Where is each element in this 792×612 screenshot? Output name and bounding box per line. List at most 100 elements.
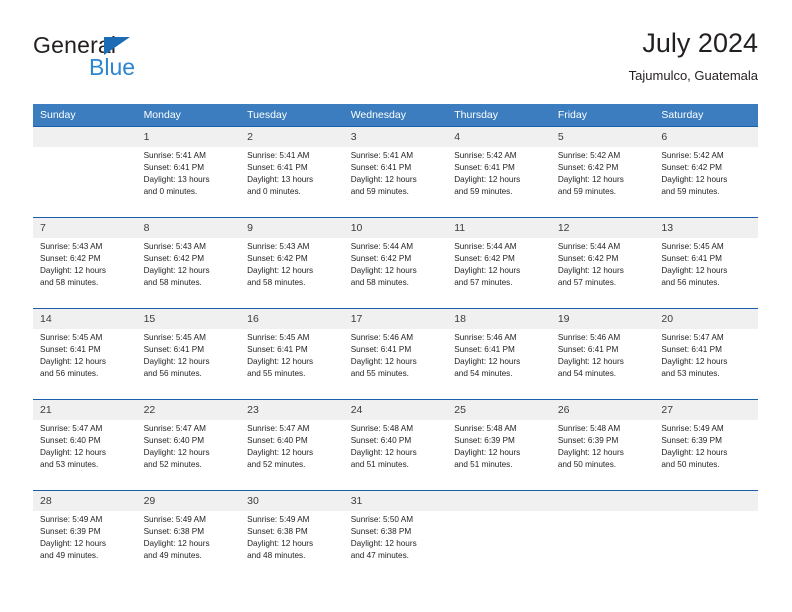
day-number[interactable]: 23 (240, 400, 344, 420)
day-cell[interactable]: Sunrise: 5:46 AM Sunset: 6:41 PM Dayligh… (447, 329, 551, 399)
day-number[interactable]: 29 (137, 491, 241, 511)
day-number[interactable]: 9 (240, 218, 344, 238)
day-number[interactable]: 20 (654, 309, 758, 329)
day-cell[interactable]: Sunrise: 5:41 AM Sunset: 6:41 PM Dayligh… (344, 147, 448, 217)
day-cell[interactable]: Sunrise: 5:49 AM Sunset: 6:39 PM Dayligh… (33, 511, 137, 581)
sunset-text: Sunset: 6:42 PM (143, 254, 205, 264)
day-number[interactable] (551, 491, 655, 511)
day-cell[interactable]: Sunrise: 5:43 AM Sunset: 6:42 PM Dayligh… (137, 238, 241, 308)
daylight-text-line1: Daylight: 12 hours (143, 357, 210, 367)
day-number[interactable]: 3 (344, 127, 448, 147)
day-cell[interactable] (654, 511, 758, 581)
day-cell[interactable]: Sunrise: 5:44 AM Sunset: 6:42 PM Dayligh… (344, 238, 448, 308)
day-cell[interactable]: Sunrise: 5:46 AM Sunset: 6:41 PM Dayligh… (344, 329, 448, 399)
sunset-text: Sunset: 6:41 PM (661, 254, 722, 264)
day-number[interactable]: 21 (33, 400, 137, 420)
day-number[interactable]: 15 (137, 309, 241, 329)
day-cell[interactable]: Sunrise: 5:43 AM Sunset: 6:42 PM Dayligh… (240, 238, 344, 308)
daylight-text-line2: and 49 minutes. (40, 551, 99, 561)
day-number[interactable]: 22 (137, 400, 241, 420)
day-cell[interactable]: Sunrise: 5:47 AM Sunset: 6:40 PM Dayligh… (33, 420, 137, 490)
sunrise-text: Sunrise: 5:46 AM (454, 333, 517, 342)
day-number[interactable]: 18 (447, 309, 551, 329)
sunset-text: Sunset: 6:42 PM (247, 254, 308, 264)
day-cell[interactable]: Sunrise: 5:42 AM Sunset: 6:42 PM Dayligh… (551, 147, 655, 217)
day-cell[interactable]: Sunrise: 5:47 AM Sunset: 6:40 PM Dayligh… (137, 420, 241, 490)
day-number[interactable]: 30 (240, 491, 344, 511)
day-cell[interactable]: Sunrise: 5:47 AM Sunset: 6:40 PM Dayligh… (240, 420, 344, 490)
day-cell[interactable] (33, 147, 137, 217)
day-number[interactable]: 24 (344, 400, 448, 420)
day-number[interactable]: 12 (551, 218, 655, 238)
day-cell[interactable]: Sunrise: 5:47 AM Sunset: 6:41 PM Dayligh… (654, 329, 758, 399)
day-cell[interactable]: Sunrise: 5:41 AM Sunset: 6:41 PM Dayligh… (137, 147, 241, 217)
week-number-band: 28 29 30 31 (33, 491, 758, 511)
sunrise-text: Sunrise: 5:49 AM (143, 515, 206, 524)
day-cell[interactable]: Sunrise: 5:49 AM Sunset: 6:39 PM Dayligh… (654, 420, 758, 490)
daylight-text-line2: and 57 minutes. (454, 278, 513, 288)
daylight-text-line1: Daylight: 12 hours (247, 448, 314, 458)
day-number[interactable]: 28 (33, 491, 137, 511)
day-number[interactable]: 14 (33, 309, 137, 329)
day-cell[interactable]: Sunrise: 5:48 AM Sunset: 6:39 PM Dayligh… (447, 420, 551, 490)
daylight-text-line1: Daylight: 12 hours (40, 448, 106, 458)
day-cell[interactable]: Sunrise: 5:45 AM Sunset: 6:41 PM Dayligh… (33, 329, 137, 399)
day-number[interactable]: 8 (137, 218, 241, 238)
general-blue-logo[interactable]: General Blue (33, 32, 213, 88)
day-cell[interactable]: Sunrise: 5:44 AM Sunset: 6:42 PM Dayligh… (447, 238, 551, 308)
day-cell[interactable]: Sunrise: 5:49 AM Sunset: 6:38 PM Dayligh… (137, 511, 241, 581)
day-cell[interactable]: Sunrise: 5:50 AM Sunset: 6:38 PM Dayligh… (344, 511, 448, 581)
day-number[interactable]: 26 (551, 400, 655, 420)
day-cell[interactable]: Sunrise: 5:45 AM Sunset: 6:41 PM Dayligh… (654, 238, 758, 308)
day-cell[interactable]: Sunrise: 5:49 AM Sunset: 6:38 PM Dayligh… (240, 511, 344, 581)
daylight-text-line1: Daylight: 12 hours (350, 266, 417, 276)
day-cell[interactable]: Sunrise: 5:41 AM Sunset: 6:41 PM Dayligh… (240, 147, 344, 217)
sunset-text: Sunset: 6:41 PM (350, 163, 412, 173)
day-cell[interactable]: Sunrise: 5:42 AM Sunset: 6:41 PM Dayligh… (447, 147, 551, 217)
day-number[interactable]: 27 (654, 400, 758, 420)
day-cell[interactable]: Sunrise: 5:46 AM Sunset: 6:41 PM Dayligh… (551, 329, 655, 399)
day-number[interactable]: 5 (551, 127, 655, 147)
day-cell[interactable]: Sunrise: 5:45 AM Sunset: 6:41 PM Dayligh… (240, 329, 344, 399)
day-cell[interactable]: Sunrise: 5:48 AM Sunset: 6:39 PM Dayligh… (551, 420, 655, 490)
sunrise-text: Sunrise: 5:44 AM (454, 242, 517, 251)
day-number[interactable]: 16 (240, 309, 344, 329)
sunset-text: Sunset: 6:39 PM (661, 436, 722, 446)
sunrise-text: Sunrise: 5:49 AM (247, 515, 310, 524)
sunset-text: Sunset: 6:42 PM (40, 254, 101, 264)
sunset-text: Sunset: 6:41 PM (454, 345, 515, 355)
day-cell[interactable]: Sunrise: 5:43 AM Sunset: 6:42 PM Dayligh… (33, 238, 137, 308)
day-cell[interactable] (447, 511, 551, 581)
day-cell[interactable]: Sunrise: 5:44 AM Sunset: 6:42 PM Dayligh… (551, 238, 655, 308)
day-cell[interactable]: Sunrise: 5:45 AM Sunset: 6:41 PM Dayligh… (137, 329, 241, 399)
day-number[interactable]: 10 (344, 218, 448, 238)
day-number[interactable] (33, 127, 137, 147)
day-cell[interactable]: Sunrise: 5:48 AM Sunset: 6:40 PM Dayligh… (344, 420, 448, 490)
sunset-text: Sunset: 6:40 PM (143, 436, 205, 446)
day-number[interactable]: 2 (240, 127, 344, 147)
day-number[interactable]: 31 (344, 491, 448, 511)
day-number[interactable]: 19 (551, 309, 655, 329)
day-number[interactable] (654, 491, 758, 511)
day-number[interactable] (447, 491, 551, 511)
day-number[interactable]: 13 (654, 218, 758, 238)
daylight-text-line2: and 56 minutes. (661, 278, 720, 288)
day-cell[interactable] (551, 511, 655, 581)
daylight-text-line2: and 58 minutes. (350, 278, 409, 288)
day-number[interactable]: 1 (137, 127, 241, 147)
daylight-text-line2: and 55 minutes. (247, 369, 306, 379)
day-number[interactable]: 4 (447, 127, 551, 147)
day-number[interactable]: 7 (33, 218, 137, 238)
day-cell[interactable]: Sunrise: 5:42 AM Sunset: 6:42 PM Dayligh… (654, 147, 758, 217)
daylight-text-line2: and 0 minutes. (143, 187, 198, 197)
day-number[interactable]: 17 (344, 309, 448, 329)
day-number[interactable]: 25 (447, 400, 551, 420)
week-row: 7 8 9 10 11 12 13 Sunrise: 5:43 AM Sunse… (33, 217, 758, 308)
weekday-header-friday: Friday (557, 109, 587, 121)
day-number[interactable]: 11 (447, 218, 551, 238)
day-number[interactable]: 6 (654, 127, 758, 147)
week-detail-band: Sunrise: 5:41 AM Sunset: 6:41 PM Dayligh… (33, 147, 758, 217)
sunrise-text: Sunrise: 5:45 AM (40, 333, 103, 342)
sunrise-text: Sunrise: 5:46 AM (350, 333, 414, 342)
daylight-text-line2: and 50 minutes. (661, 460, 720, 470)
